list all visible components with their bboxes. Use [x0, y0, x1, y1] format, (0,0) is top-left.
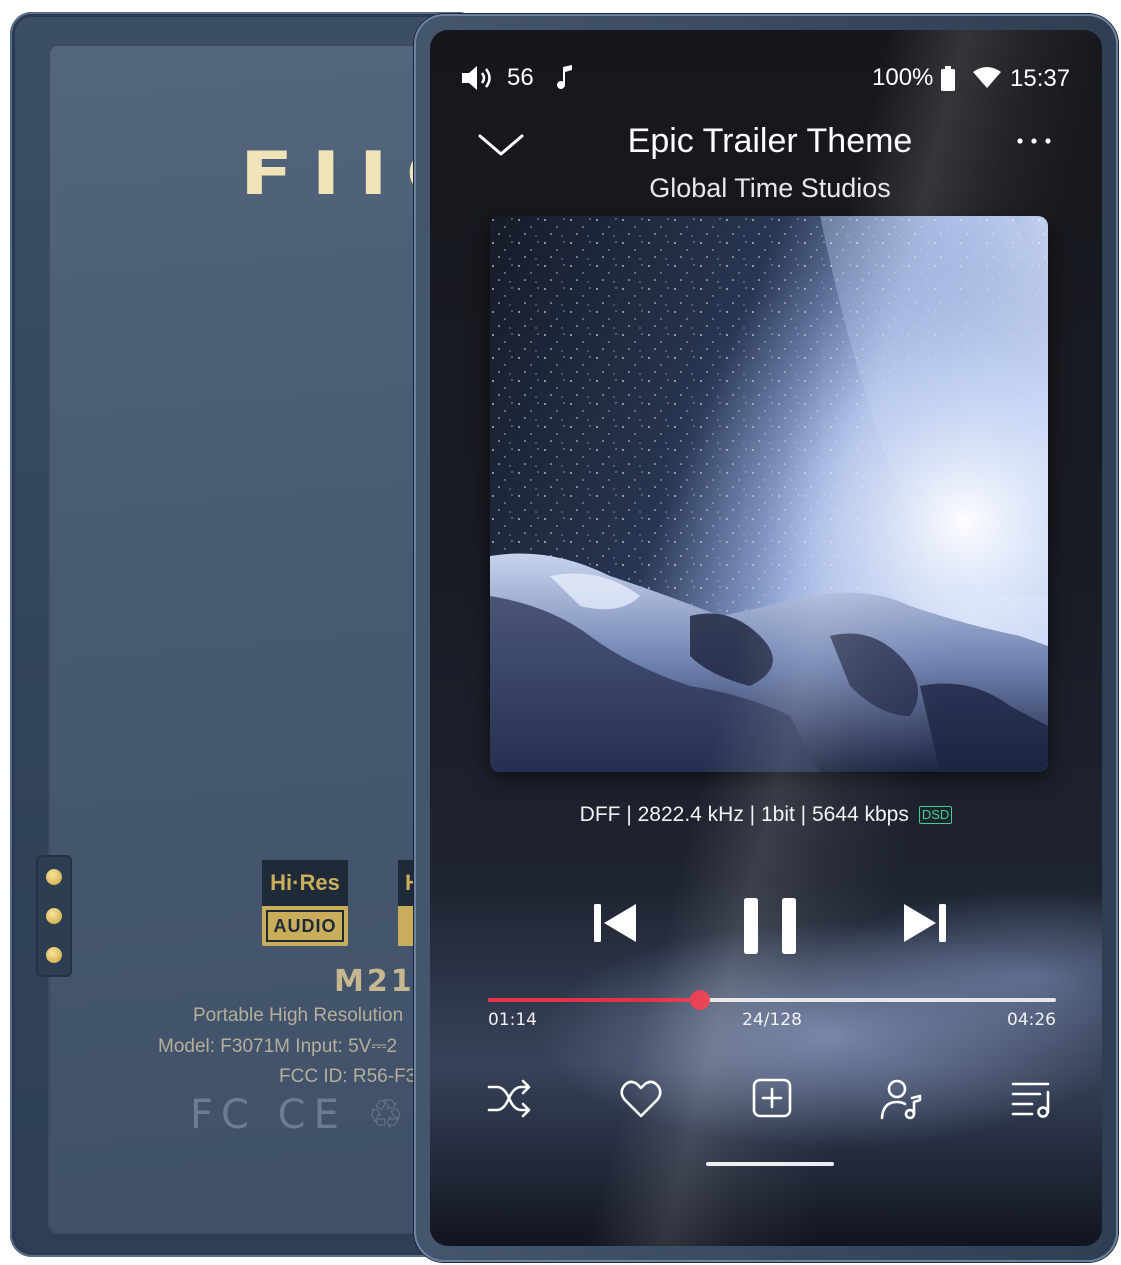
hi-res-badge-bottom: AUDIO — [266, 910, 344, 942]
device-front: 56 100% 15:37 Epic Trailer Theme Global … — [414, 14, 1118, 1262]
dsd-badge: DSD — [918, 806, 953, 825]
hi-res-audio-badge: Hi·Res AUDIO — [262, 860, 348, 946]
audio-format-info: DFF | 2822.4 kHz | 1bit | 5644 kbps DSD — [430, 803, 1102, 827]
add-to-playlist-button[interactable] — [748, 1076, 796, 1122]
fcc-id: FCC ID: R56-F30 — [279, 1066, 427, 1087]
pause-icon — [744, 898, 796, 954]
pogo-pin — [46, 908, 62, 924]
device-description: Portable High Resolution — [193, 1005, 404, 1026]
next-track-button[interactable] — [900, 898, 950, 953]
artist-music-icon — [880, 1079, 922, 1120]
battery-icon — [940, 66, 956, 99]
add-to-playlist-icon — [752, 1078, 792, 1118]
pogo-pin — [46, 869, 62, 885]
chevron-down-icon — [478, 134, 524, 156]
artist-button[interactable] — [878, 1076, 926, 1122]
model-line: Model: F3071M Input: 5V⎓2 — [158, 1036, 398, 1057]
collapse-button[interactable] — [476, 126, 526, 162]
time-total: 04:26 — [1007, 1010, 1056, 1030]
shuffle-button[interactable] — [486, 1076, 534, 1122]
time-elapsed: 01:14 — [488, 1010, 537, 1030]
track-title: Epic Trailer Theme — [627, 122, 913, 160]
more-options-button[interactable] — [1012, 126, 1056, 156]
skip-next-icon — [904, 904, 946, 942]
shuffle-icon — [487, 1079, 531, 1118]
track-index: 24/128 — [742, 1010, 802, 1030]
more-dots-icon — [1017, 138, 1051, 144]
progress-knob[interactable] — [689, 990, 710, 1010]
pogo-pin — [46, 947, 62, 963]
previous-track-button[interactable] — [590, 898, 640, 953]
volume-level: 56 — [507, 64, 534, 91]
album-art — [490, 216, 1048, 772]
queue-list-icon — [1011, 1082, 1050, 1118]
music-note-icon — [556, 63, 574, 98]
speaker-volume-icon — [460, 64, 498, 99]
skip-previous-icon — [594, 904, 636, 942]
favorite-button[interactable] — [617, 1076, 665, 1122]
audio-format-text: DFF | 2822.4 kHz | 1bit | 5644 kbps — [579, 803, 909, 826]
pause-button[interactable] — [742, 896, 798, 961]
battery-percent: 100% — [872, 64, 934, 91]
model-name: M21 — [334, 964, 415, 999]
status-bar: 56 100% 15:37 — [430, 60, 1102, 96]
progress-bar[interactable] — [488, 990, 1056, 1010]
play-queue-button[interactable] — [1008, 1076, 1056, 1122]
pogo-pin-connector — [36, 855, 72, 977]
hi-res-badge-top: Hi·Res — [262, 860, 348, 906]
certification-marks: FC CE ♲ — [190, 1092, 412, 1138]
home-indicator[interactable] — [706, 1162, 834, 1166]
heart-icon — [620, 1080, 662, 1118]
player-screen: 56 100% 15:37 Epic Trailer Theme Global … — [430, 30, 1102, 1246]
progress-fill — [488, 998, 700, 1002]
wifi-icon — [972, 66, 1002, 97]
clock: 15:37 — [1010, 65, 1071, 92]
track-artist: Global Time Studios — [649, 173, 891, 203]
